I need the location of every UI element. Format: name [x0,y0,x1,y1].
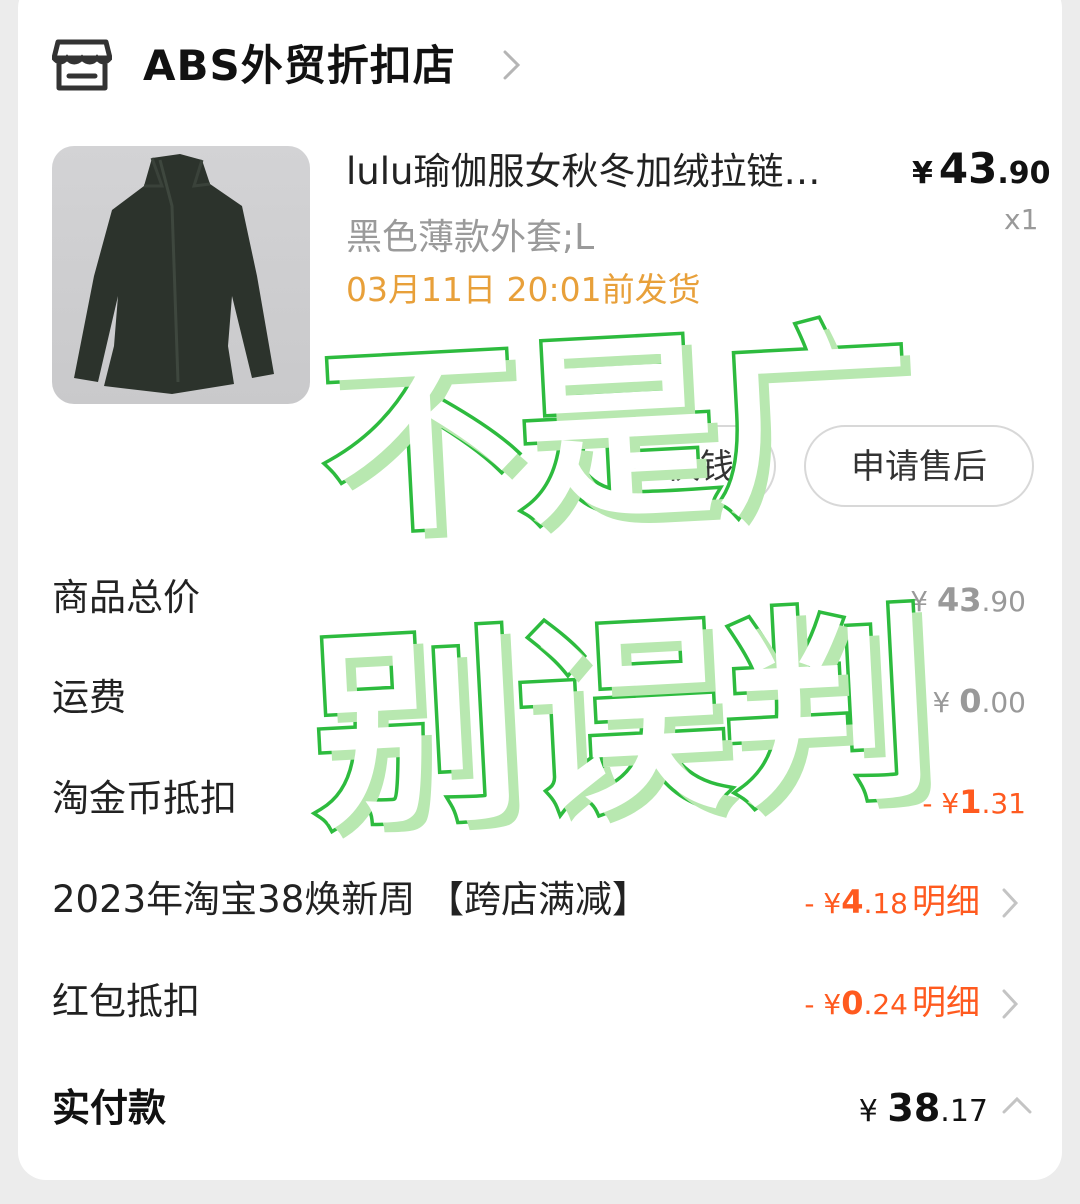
row-label-subtotal: 商品总价 [52,576,200,619]
chevron-right-icon[interactable] [1000,987,1020,1021]
chevron-right-icon[interactable] [1000,886,1020,920]
row-value-promotion: - ¥4.18 [804,883,908,921]
shipping-note: 03月11日 20:01前发货 [346,270,701,309]
redpacket-detail-link[interactable]: 明细 [912,977,980,1029]
store-icon [51,38,113,92]
row-value-redpacket: - ¥0.24 [804,984,908,1022]
row-value-subtotal: ¥ 43.90 [910,581,1026,619]
row-label-redpacket: 红包抵扣 [52,980,200,1023]
product-quantity: x1 [1004,203,1039,236]
product-price: ¥43.90 [912,144,1051,193]
chevron-right-icon[interactable] [500,46,524,84]
overlay-text-line1: 不是广 [313,297,919,565]
row-label-promotion: 2023年淘宝38焕新周 【跨店满减】 [52,878,650,921]
row-label-coin: 淘金币抵扣 [52,777,237,820]
overlay-text-line2: 别误判 [303,580,940,861]
product-image[interactable] [52,146,310,404]
shop-name[interactable]: ABS外贸折扣店 [143,34,456,98]
promotion-detail-link[interactable]: 明细 [912,876,980,928]
product-spec: 黑色薄款外套;L [346,217,595,258]
row-label-shipping: 运费 [52,676,126,719]
chevron-up-icon[interactable] [1000,1094,1034,1116]
total-value: ¥ 38.17 [858,1086,988,1130]
row-value-shipping: ¥ 0.00 [932,682,1026,720]
total-label: 实付款 [52,1086,167,1130]
product-title[interactable]: lulu瑜伽服女秋冬加绒拉链… [346,146,886,198]
row-value-coin: - ¥1.31 [922,783,1026,821]
